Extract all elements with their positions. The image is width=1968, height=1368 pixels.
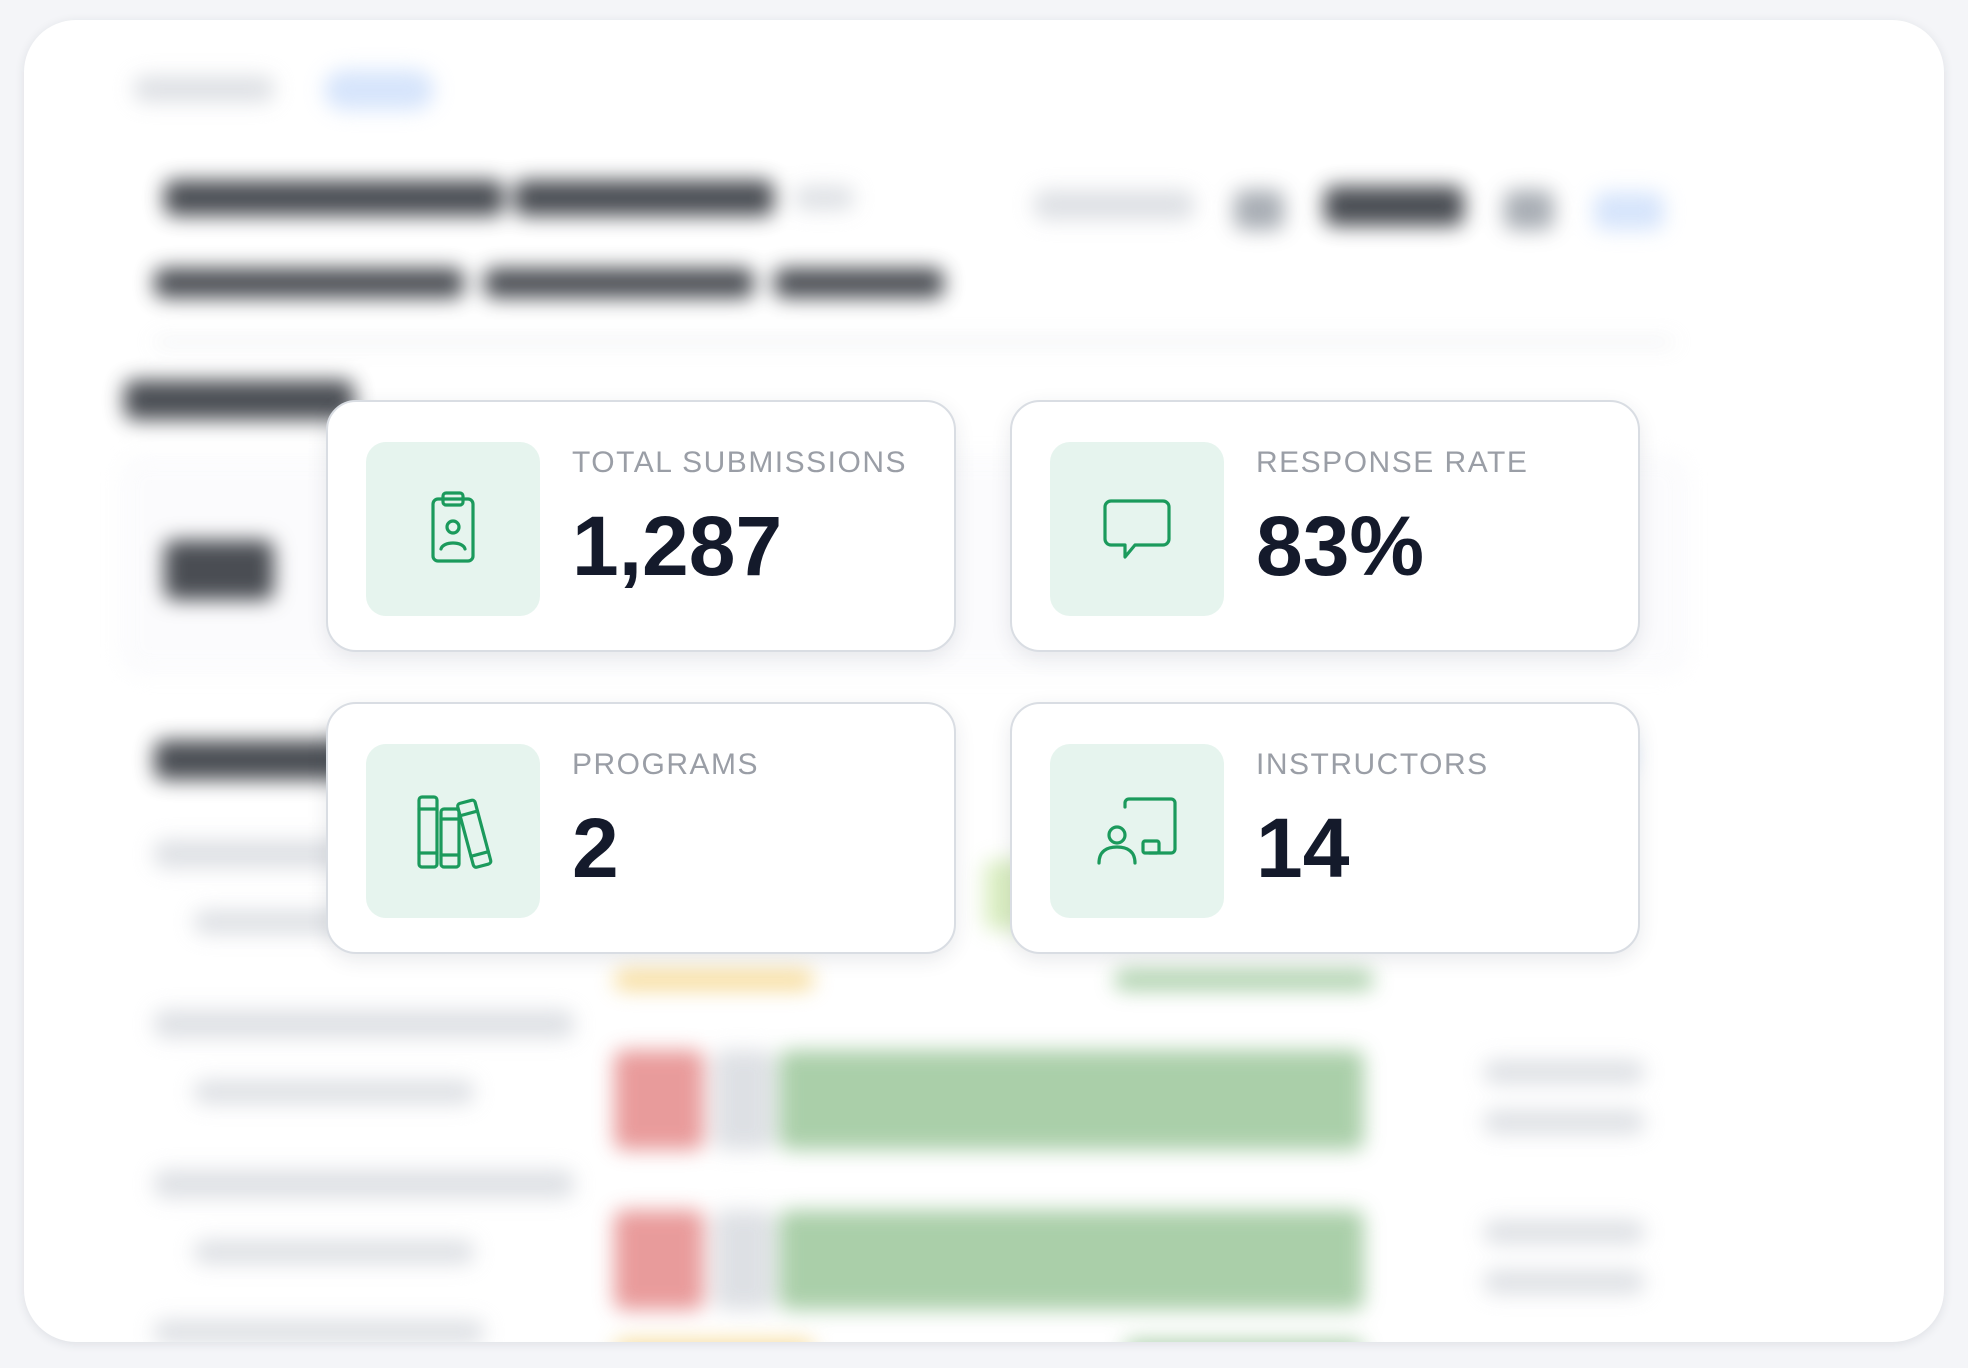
stat-card-programs: PROGRAMS 2 (326, 702, 956, 954)
stat-value: 1,287 (572, 499, 783, 593)
stat-label: PROGRAMS (572, 748, 760, 781)
stat-card-instructors: INSTRUCTORS 14 (1010, 702, 1640, 954)
blurred-background-dashboard (24, 20, 1944, 1342)
books-icon (417, 795, 493, 869)
stat-value: 14 (1256, 801, 1350, 895)
icon-tile (1050, 442, 1224, 616)
app-window: TOTAL SUBMISSIONS 1,287 RESPONSE RATE 83… (24, 20, 1944, 1342)
stat-value: 83% (1256, 499, 1425, 593)
stat-label: RESPONSE RATE (1256, 446, 1529, 479)
stat-label: INSTRUCTORS (1256, 748, 1489, 781)
icon-tile (366, 442, 540, 616)
stat-card-response-rate: RESPONSE RATE 83% (1010, 400, 1640, 652)
stat-label: TOTAL SUBMISSIONS (572, 446, 908, 479)
chat-bubble-icon (1103, 499, 1171, 559)
stat-value: 2 (572, 801, 619, 895)
icon-tile (1050, 744, 1224, 918)
clipboard-user-icon (431, 491, 475, 563)
icon-tile (366, 744, 540, 918)
presenter-board-icon (1097, 797, 1177, 865)
stat-card-total-submissions: TOTAL SUBMISSIONS 1,287 (326, 400, 956, 652)
